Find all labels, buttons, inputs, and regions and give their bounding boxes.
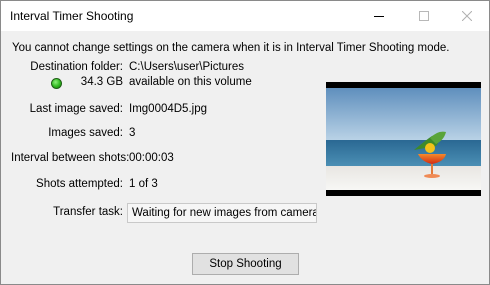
transfer-task-label: Transfer task: (53, 206, 123, 218)
cocktail-beach-photo (326, 88, 481, 190)
images-saved-label: Images saved: (48, 127, 123, 139)
interval-label: Interval between shots: (11, 152, 130, 164)
interval-timer-dialog: Interval Timer Shooting You cannot chang… (0, 0, 490, 285)
destination-folder-label: Destination folder: (30, 61, 123, 73)
shots-attempted-label: Shots attempted: (36, 178, 123, 190)
last-image-value: Img0004D5.jpg (129, 103, 207, 115)
free-space-value: 34.3 GB (80, 76, 123, 88)
destination-folder-value: C:\Users\user\Pictures (129, 61, 245, 73)
window-title: Interval Timer Shooting (10, 9, 134, 23)
info-message: You cannot change settings on the camera… (12, 42, 450, 54)
free-space-description: available on this volume (129, 76, 252, 88)
last-image-label: Last image saved: (29, 103, 123, 115)
maximize-button (402, 1, 446, 31)
stop-shooting-button[interactable]: Stop Shooting (192, 253, 299, 275)
title-bar[interactable]: Interval Timer Shooting (1, 1, 489, 31)
shots-attempted-value: 1 of 3 (129, 178, 158, 190)
images-saved-value: 3 (129, 127, 136, 139)
transfer-task-field: Waiting for new images from camera... (127, 203, 317, 223)
close-button[interactable] (445, 1, 489, 31)
maximize-icon (419, 11, 429, 21)
close-icon (462, 11, 472, 21)
minimize-button[interactable] (358, 1, 402, 31)
image-preview (326, 82, 481, 196)
minimize-icon (374, 16, 384, 17)
interval-value: 00:00:03 (129, 152, 174, 164)
